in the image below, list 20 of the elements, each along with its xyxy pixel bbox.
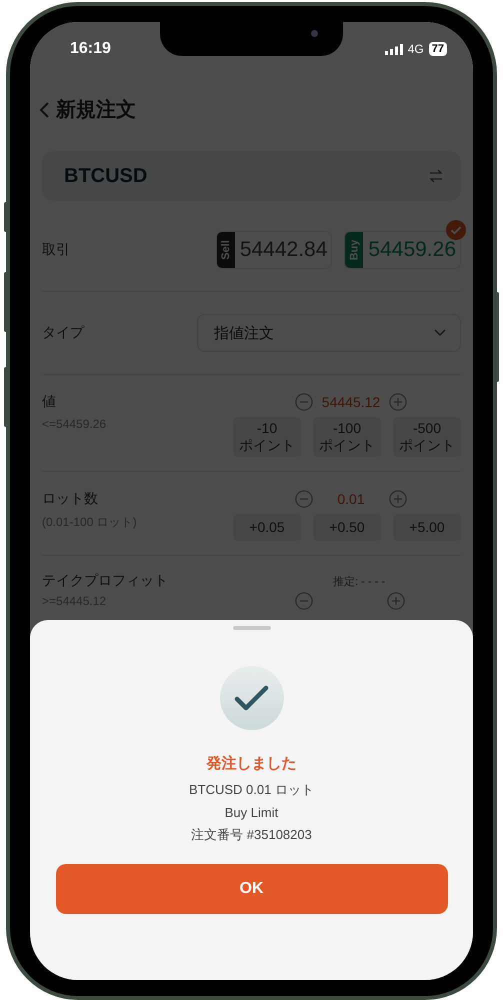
signal-icon (384, 44, 403, 54)
camera-icon (311, 30, 318, 37)
order-detail: BTCUSD 0.01 ロット (189, 781, 314, 799)
check-icon (220, 666, 284, 730)
status-time: 16:19 (70, 40, 111, 58)
dialog-title: 発注しました (206, 754, 296, 773)
field-label: ロット数 (42, 490, 98, 508)
field-label: テイクプロフィット (42, 572, 168, 590)
sheet-handle[interactable] (232, 626, 270, 630)
page-title: 新規注文 (56, 98, 136, 123)
battery-level: 77 (428, 42, 447, 56)
order-detail: 注文番号 #35108203 (191, 826, 312, 844)
ok-button[interactable]: OK (56, 864, 448, 914)
lot-value: 0.01 (337, 491, 365, 507)
field-label: タイプ (42, 324, 84, 342)
field-label: 値 (42, 393, 56, 411)
price-value: 54445.12 (322, 394, 380, 410)
order-detail: Buy Limit (224, 805, 278, 820)
network-label: 4G (408, 42, 424, 56)
field-label: 取引 (42, 241, 70, 259)
